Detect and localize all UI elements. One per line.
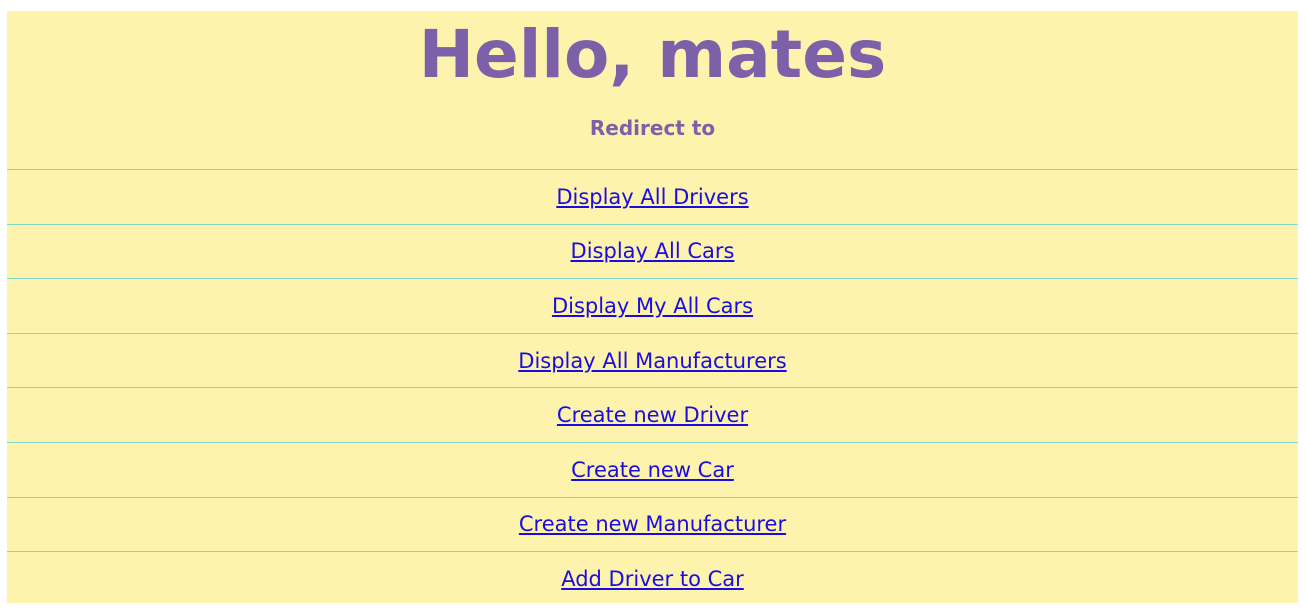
redirect-heading: Redirect to (589, 116, 716, 140)
list-item: Display All Manufacturers (7, 334, 1298, 389)
create-new-car-link[interactable]: Create new Car (571, 458, 734, 482)
list-item: Display My All Cars (7, 279, 1298, 334)
create-new-manufacturer-link[interactable]: Create new Manufacturer (519, 512, 786, 536)
list-item: Display All Cars (7, 225, 1298, 280)
link-list: Display All Drivers Display All Cars Dis… (7, 170, 1298, 607)
display-all-manufacturers-link[interactable]: Display All Manufacturers (518, 349, 786, 373)
list-item: Display All Drivers (7, 170, 1298, 225)
list-item: Create new Driver (7, 388, 1298, 443)
display-all-cars-link[interactable]: Display All Cars (571, 239, 735, 263)
list-item: Add Driver to Car (7, 552, 1298, 607)
add-driver-to-car-link[interactable]: Add Driver to Car (561, 567, 744, 591)
display-all-drivers-link[interactable]: Display All Drivers (556, 185, 748, 209)
create-new-driver-link[interactable]: Create new Driver (557, 403, 748, 427)
list-item: Create new Car (7, 443, 1298, 498)
display-my-all-cars-link[interactable]: Display My All Cars (552, 294, 753, 318)
page-header: Hello, mates Redirect to (7, 11, 1298, 170)
page-title: Hello, mates (418, 16, 887, 93)
list-item: Create new Manufacturer (7, 498, 1298, 553)
main-panel: Hello, mates Redirect to Display All Dri… (7, 11, 1298, 603)
